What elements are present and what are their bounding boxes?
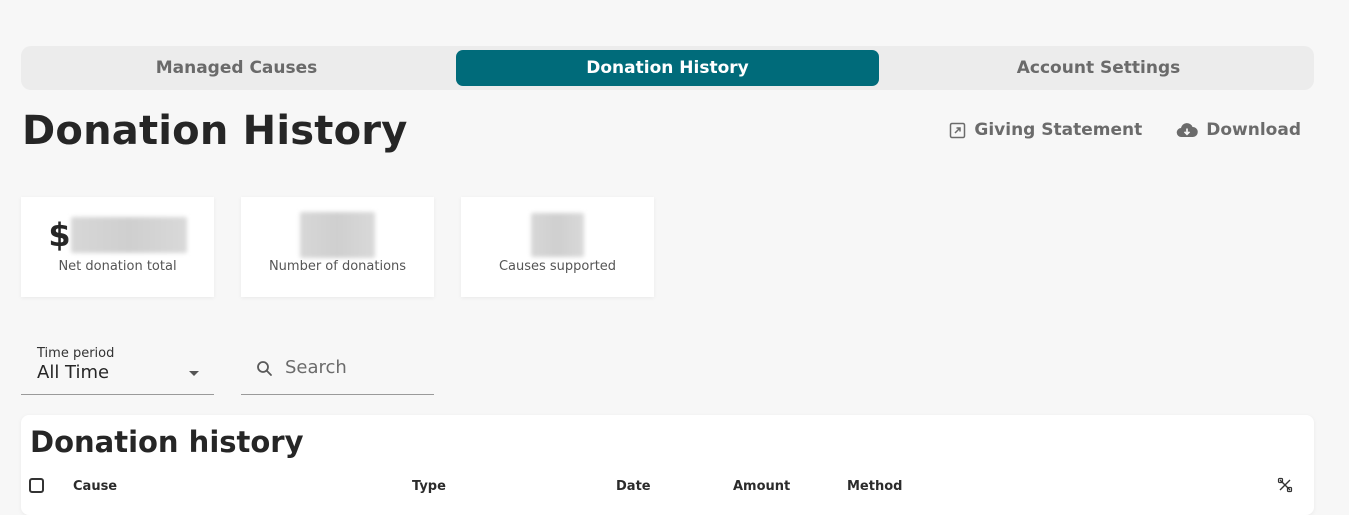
column-settings-icon[interactable] (1277, 477, 1293, 497)
time-period-value: All Time (37, 362, 110, 383)
tab-managed-causes[interactable]: Managed Causes (25, 50, 448, 86)
redacted-value (300, 212, 375, 258)
causes-value (531, 213, 584, 257)
header-actions: Giving Statement Download (949, 120, 1301, 140)
search-input[interactable] (285, 357, 425, 378)
cloud-download-icon (1176, 122, 1199, 139)
tab-donation-history[interactable]: Donation History (456, 50, 879, 86)
column-header-date[interactable]: Date (616, 479, 651, 494)
donation-count-value (300, 212, 375, 258)
stat-card-causes: Causes supported (461, 197, 654, 297)
search-icon (256, 360, 273, 381)
column-header-cause[interactable]: Cause (73, 479, 117, 494)
stat-label-causes: Causes supported (498, 259, 617, 274)
download-label: Download (1206, 120, 1301, 140)
time-period-select[interactable]: Time period All Time (21, 338, 214, 395)
time-period-label: Time period (37, 346, 115, 361)
tab-bar: Managed Causes Donation History Account … (21, 46, 1314, 90)
search-field (241, 338, 434, 395)
redacted-value (531, 213, 584, 257)
net-total-value: $ (48, 216, 187, 254)
column-header-type[interactable]: Type (412, 479, 446, 494)
donation-history-table: Donation history Cause Type Date Amount … (21, 415, 1314, 515)
column-header-amount[interactable]: Amount (733, 479, 790, 494)
currency-symbol: $ (48, 216, 71, 254)
column-header-method[interactable]: Method (847, 479, 902, 494)
table-title: Donation history (30, 425, 304, 459)
stat-label-net-total: Net donation total (58, 259, 177, 274)
giving-statement-label: Giving Statement (974, 120, 1143, 140)
stat-card-net-total: $ Net donation total (21, 197, 214, 297)
tab-account-settings[interactable]: Account Settings (887, 50, 1310, 86)
giving-statement-button[interactable]: Giving Statement (949, 120, 1142, 140)
redacted-value (70, 217, 187, 253)
page-title: Donation History (22, 108, 408, 154)
select-all-checkbox[interactable] (29, 478, 44, 493)
external-link-icon (949, 122, 966, 139)
stat-label-donation-count: Number of donations (268, 259, 407, 274)
stat-card-donation-count: Number of donations (241, 197, 434, 297)
caret-down-icon (189, 371, 199, 376)
download-button[interactable]: Download (1176, 120, 1301, 140)
